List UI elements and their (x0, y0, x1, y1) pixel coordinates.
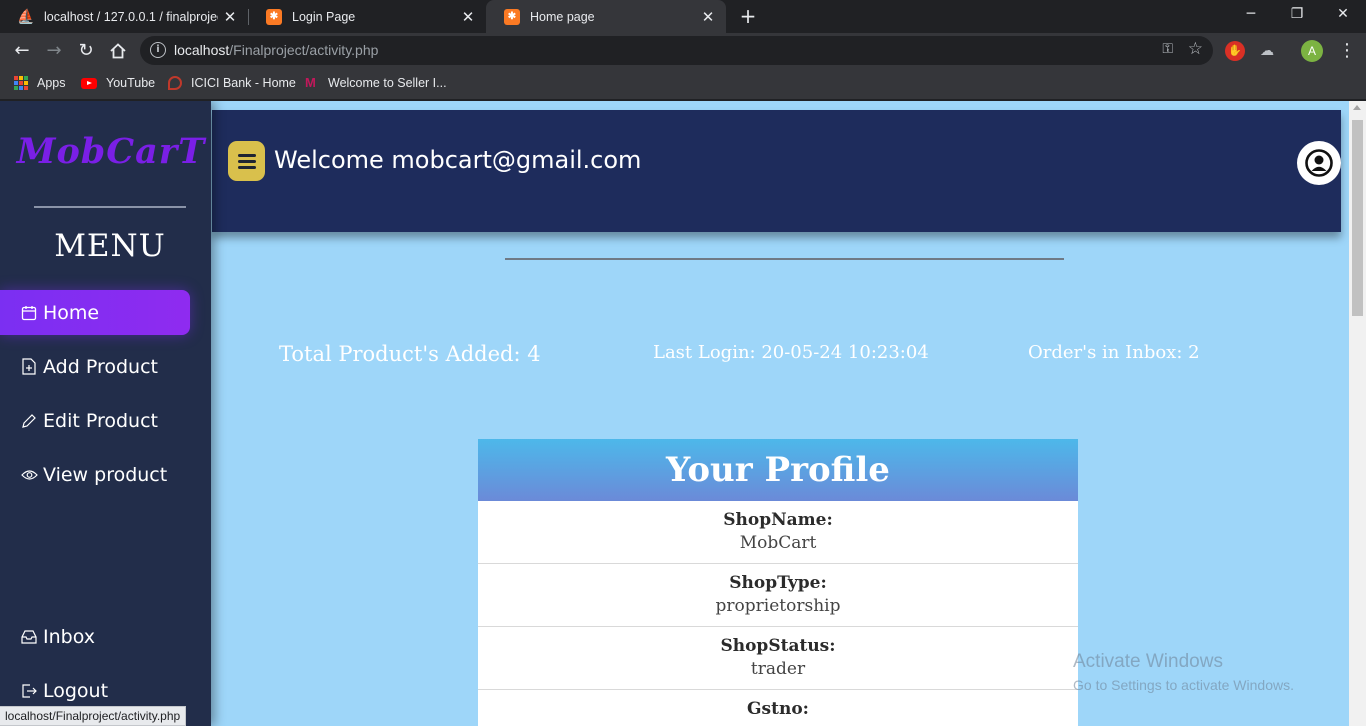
icici-icon (168, 76, 182, 90)
profile-row-shopname: ShopName: MobCart (478, 501, 1078, 564)
tab-title: localhost / 127.0.0.1 / finalproject (44, 9, 218, 24)
address-bar[interactable]: i localhost/Finalproject/activity.php ⚿ … (140, 36, 1213, 65)
bookmark-seller[interactable]: M Welcome to Seller I... (305, 75, 447, 91)
sidebar-item-home[interactable]: Home (0, 290, 190, 335)
close-icon[interactable]: ✕ (218, 8, 242, 26)
sidebar: MobCarT MENU Home Add Product Edit Produ… (0, 101, 211, 726)
bookmark-youtube[interactable]: YouTube (81, 76, 155, 90)
more-menu-icon[interactable]: ⋮ (1338, 40, 1356, 62)
field-label: ShopType: (729, 573, 827, 593)
bookmark-label: Apps (37, 76, 66, 90)
meesho-icon: M (305, 75, 316, 90)
sidebar-item-label: View product (43, 463, 168, 486)
hamburger-menu-button[interactable] (228, 141, 265, 181)
key-icon[interactable]: ⚿ (1162, 41, 1173, 57)
bookmarks-bar: Apps YouTube ICICI Bank - Home M Welcome… (0, 69, 1366, 100)
watermark-title: Activate Windows (1073, 651, 1223, 672)
scrollbar-thumb[interactable] (1352, 120, 1363, 316)
browser-profile-avatar[interactable]: A (1301, 40, 1323, 62)
window-close-button[interactable]: ✕ (1320, 0, 1366, 30)
phpmyadmin-icon: ⛵ (17, 8, 35, 24)
menu-title: MENU (54, 228, 166, 264)
scroll-up-arrow-icon[interactable] (1353, 105, 1361, 110)
site-logo[interactable]: MobCarT (0, 131, 222, 172)
new-tab-button[interactable]: + (736, 4, 760, 28)
user-circle-icon (1305, 149, 1333, 177)
close-icon[interactable]: ✕ (696, 8, 720, 26)
bookmark-label: ICICI Bank - Home (191, 76, 296, 90)
calendar-icon (20, 304, 38, 322)
divider (505, 258, 1064, 260)
bookmark-apps[interactable]: Apps (14, 76, 66, 90)
windows-activation-watermark: Activate Windows Go to Settings to activ… (1073, 651, 1294, 693)
adblock-extension-icon[interactable]: ✋ (1225, 41, 1245, 61)
minimize-button[interactable]: ─ (1228, 0, 1274, 30)
tab-title: Login Page (292, 9, 356, 24)
sidebar-item-label: Inbox (43, 625, 95, 648)
sidebar-item-edit-product[interactable]: Edit Product (0, 398, 190, 443)
bookmark-star-icon[interactable]: ☆ (1188, 39, 1203, 59)
back-arrow-icon[interactable]: ← (9, 38, 35, 64)
file-plus-icon (20, 358, 38, 376)
total-products-stat: Total Product's Added: 4 (279, 342, 541, 366)
sidebar-item-label: Edit Product (43, 409, 158, 432)
page-viewport: MobCarT MENU Home Add Product Edit Produ… (0, 101, 1366, 726)
reload-icon[interactable]: ↻ (73, 38, 99, 64)
url-text: localhost/Finalproject/activity.php (174, 42, 379, 58)
profile-title: Your Profile (478, 439, 1078, 501)
last-login-stat: Last Login: 20-05-24 10:23:04 (653, 342, 929, 363)
bookmark-label: Welcome to Seller I... (328, 76, 447, 90)
extension-icon[interactable]: ☁ (1257, 41, 1277, 61)
profile-row-gstno: Gstno: (478, 690, 1078, 726)
sidebar-item-label: Home (43, 301, 100, 324)
forward-arrow-icon[interactable]: → (41, 38, 67, 64)
home-icon[interactable] (105, 38, 131, 64)
field-value: proprietorship (715, 596, 841, 616)
sidebar-item-label: Add Product (43, 355, 158, 378)
browser-toolbar: ← → ↻ i localhost/Finalproject/activity.… (0, 33, 1366, 69)
profile-row-shopstatus: ShopStatus: trader (478, 627, 1078, 690)
tab-title: Home page (530, 9, 595, 24)
site-info-icon[interactable]: i (150, 42, 166, 58)
xampp-icon: ✱ (266, 8, 282, 25)
sidebar-item-add-product[interactable]: Add Product (0, 344, 190, 389)
browser-tab-strip: ⛵ localhost / 127.0.0.1 / finalproject ✕… (0, 0, 1366, 33)
top-header: Welcome mobcart@gmail.com (212, 110, 1341, 232)
youtube-icon (81, 77, 97, 89)
field-value: MobCart (739, 533, 817, 553)
user-profile-button[interactable] (1297, 141, 1341, 185)
tab-login-page[interactable]: ✱ Login Page ✕ (248, 0, 486, 33)
close-icon[interactable]: ✕ (456, 8, 480, 26)
field-label: ShopStatus: (720, 636, 836, 656)
eye-icon (20, 466, 38, 484)
bookmark-label: YouTube (106, 76, 156, 90)
profile-card: Your Profile ShopName: MobCart ShopType:… (478, 439, 1078, 726)
inbox-icon (20, 628, 38, 646)
page-scrollbar[interactable] (1349, 101, 1366, 726)
restore-button[interactable]: ❐ (1274, 0, 1320, 30)
field-label: Gstno: (747, 699, 809, 719)
xampp-icon: ✱ (504, 8, 520, 25)
profile-row-shoptype: ShopType: proprietorship (478, 564, 1078, 627)
sidebar-item-inbox[interactable]: Inbox (0, 614, 190, 659)
logout-icon (20, 682, 38, 700)
field-label: ShopName: (723, 510, 833, 530)
hamburger-icon-bar (237, 159, 256, 163)
tab-phpmyadmin[interactable]: ⛵ localhost / 127.0.0.1 / finalproject ✕ (0, 0, 248, 33)
pencil-icon (20, 412, 38, 430)
orders-inbox-stat: Order's in Inbox: 2 (1028, 342, 1200, 363)
watermark-subtitle: Go to Settings to activate Windows. (1073, 677, 1294, 693)
hamburger-icon-bar (237, 165, 256, 169)
field-value: trader (750, 659, 806, 679)
apps-grid-icon (14, 76, 28, 90)
bookmark-icici[interactable]: ICICI Bank - Home (168, 76, 296, 90)
sidebar-item-label: Logout (43, 679, 109, 702)
welcome-message: Welcome mobcart@gmail.com (274, 146, 642, 174)
divider (34, 206, 186, 208)
tab-home-page[interactable]: ✱ Home page ✕ (486, 0, 726, 33)
sidebar-item-view-product[interactable]: View product (0, 452, 190, 497)
link-status-bar: localhost/Finalproject/activity.php (0, 706, 187, 726)
hamburger-icon-bar (237, 153, 256, 157)
